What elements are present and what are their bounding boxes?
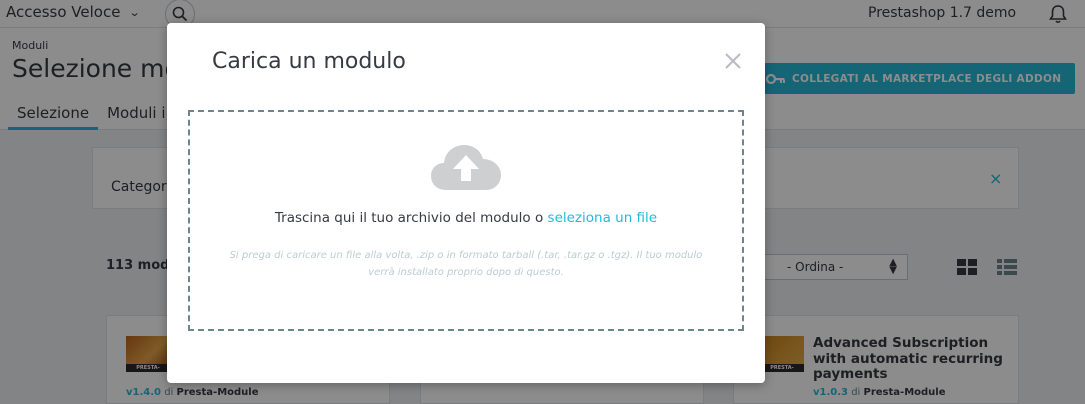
drop-instructions: Trascina qui il tuo archivio del modulo … [190, 210, 742, 226]
close-icon[interactable] [723, 51, 743, 71]
upload-hint: Si prega di caricare un file alla volta,… [229, 250, 703, 278]
cloud-upload-icon [430, 142, 502, 196]
upload-module-modal: Carica un modulo Trascina qui il tuo arc… [167, 23, 765, 383]
modal-title: Carica un modulo [212, 49, 406, 74]
module-dropzone[interactable]: Trascina qui il tuo archivio del modulo … [188, 110, 744, 331]
select-file-link[interactable]: seleziona un file [548, 210, 658, 226]
drop-instructions-text: Trascina qui il tuo archivio del modulo … [274, 210, 544, 226]
